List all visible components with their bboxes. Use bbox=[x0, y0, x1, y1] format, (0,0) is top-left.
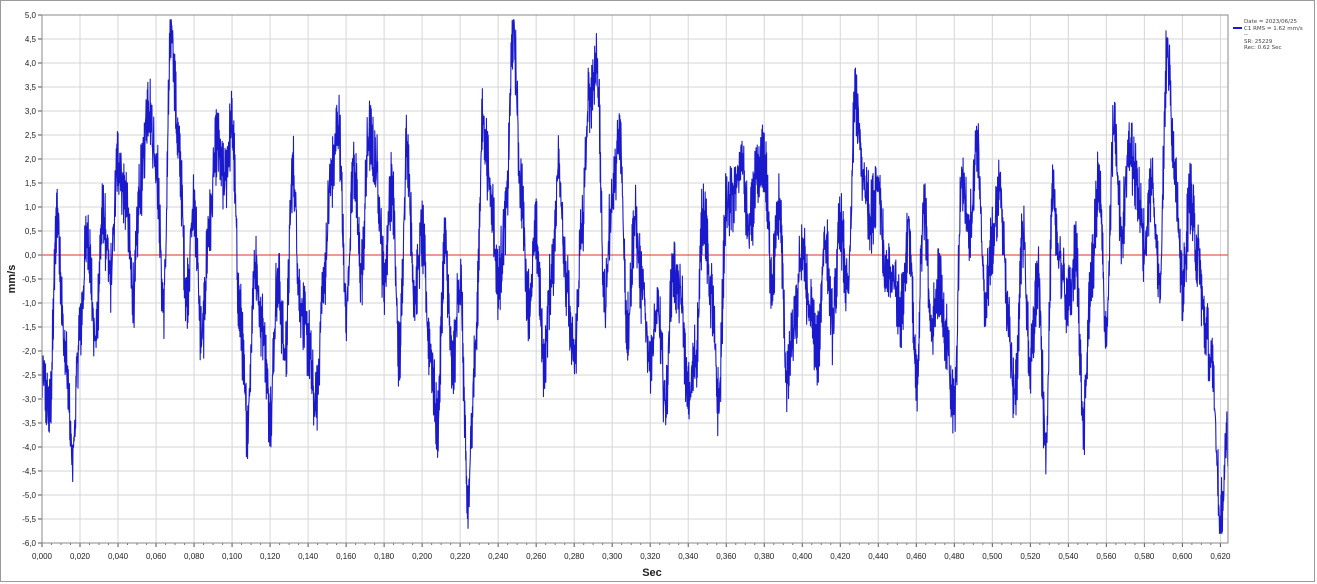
x-tick-label: 0,200 bbox=[412, 552, 433, 561]
x-tick-label: 0,380 bbox=[754, 552, 775, 561]
x-tick-label: 0,600 bbox=[1172, 552, 1193, 561]
y-tick-label: 4,0 bbox=[25, 59, 37, 68]
chart-plot: 5,0 4,5 4,0 3,5 3,0 2,5 2,0 1,5 1,0 0,5 0,0 -0,5 -1,… bbox=[6, 11, 1231, 579]
x-tick-label: 0,520 bbox=[1020, 552, 1041, 561]
legend-record-length: Rec: 0.62 Sec bbox=[1244, 45, 1282, 51]
series-line bbox=[41, 19, 1229, 534]
legend-series-label: C1 RMS = 1.62 mm/s bbox=[1244, 25, 1303, 32]
y-tick-label: -1,0 bbox=[22, 299, 36, 308]
y-tick-label: -6,0 bbox=[22, 539, 36, 548]
x-tick-label: 0,400 bbox=[792, 552, 813, 561]
y-tick-label: 0,0 bbox=[25, 251, 37, 260]
x-tick-label: 0,140 bbox=[298, 552, 319, 561]
series-layer bbox=[41, 19, 1229, 534]
x-tick-label: 0,100 bbox=[222, 552, 243, 561]
y-tick-label: 2,0 bbox=[25, 155, 37, 164]
x-tick-label: 0,620 bbox=[1210, 552, 1231, 561]
x-tick-label: 0,120 bbox=[260, 552, 281, 561]
y-tick-label: -4,5 bbox=[22, 467, 36, 476]
x-tick-label: 0,220 bbox=[450, 552, 471, 561]
legend: Date = 2023/06/25 C1 RMS = 1.62 mm/s -- … bbox=[1233, 19, 1311, 52]
x-tick-label: 0,040 bbox=[108, 552, 129, 561]
y-tick-label: -0,5 bbox=[22, 275, 36, 284]
y-tick-label: 4,5 bbox=[25, 35, 37, 44]
y-tick-label: 3,5 bbox=[25, 83, 37, 92]
y-tick-label: -3,0 bbox=[22, 395, 36, 404]
y-tick-label: 0,5 bbox=[25, 227, 37, 236]
x-tick-label: 0,300 bbox=[602, 552, 623, 561]
y-tick-label: -2,5 bbox=[22, 371, 36, 380]
x-tick-label: 0,060 bbox=[146, 552, 167, 561]
x-tick-label: 0,280 bbox=[564, 552, 585, 561]
x-tick-label: 0,440 bbox=[868, 552, 889, 561]
y-tick-label: 2,5 bbox=[25, 131, 37, 140]
y-axis-label: mm/s bbox=[6, 265, 18, 294]
x-axis-ticks: 0,000 0,020 0,040 0,060 0,080 0,100 0,120 0,140… bbox=[32, 543, 1231, 561]
x-tick-label: 0,480 bbox=[944, 552, 965, 561]
legend-swatch bbox=[1233, 27, 1242, 29]
y-tick-label: 5,0 bbox=[25, 11, 37, 20]
y-tick-label: -5,5 bbox=[22, 515, 36, 524]
x-tick-label: 0,260 bbox=[526, 552, 547, 561]
y-tick-label: -3,5 bbox=[22, 419, 36, 428]
x-axis-label: Sec bbox=[642, 567, 662, 579]
x-tick-label: 0,160 bbox=[336, 552, 357, 561]
y-tick-label: -5,0 bbox=[22, 491, 36, 500]
x-tick-label: 0,000 bbox=[32, 552, 53, 561]
x-tick-label: 0,340 bbox=[678, 552, 699, 561]
y-tick-label: 3,0 bbox=[25, 107, 37, 116]
x-tick-label: 0,420 bbox=[830, 552, 851, 561]
x-tick-label: 0,460 bbox=[906, 552, 927, 561]
y-tick-label: 1,5 bbox=[25, 179, 37, 188]
y-tick-label: 1,0 bbox=[25, 203, 37, 212]
x-tick-label: 0,020 bbox=[70, 552, 91, 561]
x-tick-label: 0,080 bbox=[184, 552, 205, 561]
x-tick-label: 0,500 bbox=[982, 552, 1003, 561]
x-tick-label: 0,580 bbox=[1134, 552, 1155, 561]
y-tick-label: -1,5 bbox=[22, 323, 36, 332]
x-tick-label: 0,320 bbox=[640, 552, 661, 561]
x-tick-label: 0,240 bbox=[488, 552, 509, 561]
x-tick-label: 0,560 bbox=[1096, 552, 1117, 561]
x-tick-label: 0,180 bbox=[374, 552, 395, 561]
y-tick-label: -2,0 bbox=[22, 347, 36, 356]
x-tick-label: 0,540 bbox=[1058, 552, 1079, 561]
x-tick-label: 0,360 bbox=[716, 552, 737, 561]
y-tick-label: -4,0 bbox=[22, 443, 36, 452]
y-axis-ticks: 5,0 4,5 4,0 3,5 3,0 2,5 2,0 1,5 1,0 0,5 0,0 -0,5 -1,… bbox=[22, 11, 42, 548]
